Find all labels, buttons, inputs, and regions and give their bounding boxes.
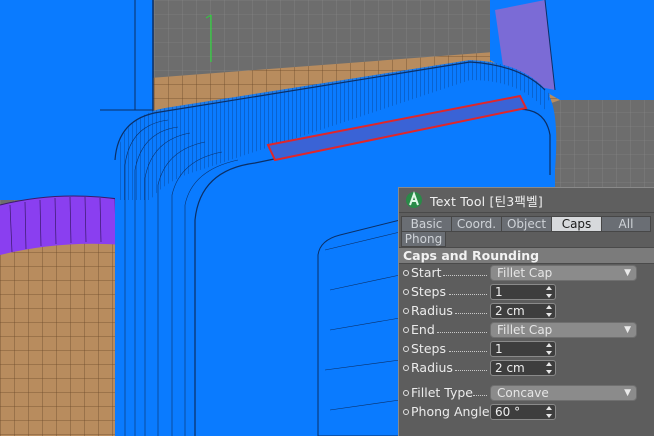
field-label: Radius	[411, 303, 453, 318]
steps-start-input[interactable]: 1	[490, 284, 556, 300]
tab-basic[interactable]: Basic	[401, 216, 452, 232]
leader-dots	[455, 370, 487, 371]
keyframe-bullet-icon[interactable]	[403, 390, 409, 396]
field-label: Steps	[411, 284, 446, 299]
input-value: 2 cm	[495, 304, 525, 318]
keyframe-bullet-icon[interactable]	[403, 365, 409, 371]
leader-dots	[443, 275, 487, 276]
leader-dots	[473, 395, 487, 396]
field-label: End	[411, 322, 435, 337]
dropdown-arrow-icon: ▼	[624, 325, 631, 335]
tab-phong[interactable]: Phong	[401, 231, 446, 247]
field-label: Steps	[411, 341, 446, 356]
keyframe-bullet-icon[interactable]	[403, 346, 409, 352]
phong-angle-input[interactable]: 60 °	[490, 404, 556, 420]
cinema4d-logo-icon	[405, 191, 423, 209]
radius-start-input[interactable]: 2 cm	[490, 303, 556, 319]
input-value: 1	[495, 285, 503, 299]
tab-bar: Basic Coord. Object Caps All Phong	[399, 213, 654, 247]
spinner-arrows-icon[interactable]	[545, 305, 553, 317]
field-end: End Fillet Cap ▼	[399, 321, 654, 340]
section-caps-and-rounding: Caps and Rounding	[399, 247, 654, 264]
keyframe-bullet-icon[interactable]	[403, 289, 409, 295]
leader-dots	[437, 332, 487, 333]
field-fillet-type: Fillet Type Concave ▼	[399, 384, 654, 403]
tab-all[interactable]: All	[601, 216, 651, 232]
spinner-arrows-icon[interactable]	[545, 286, 553, 298]
field-phong-angle: Phong Angle 60 °	[399, 403, 654, 422]
end-cap-dropdown[interactable]: Fillet Cap ▼	[490, 322, 637, 338]
input-value: 2 cm	[495, 361, 525, 375]
radius-end-input[interactable]: 2 cm	[490, 360, 556, 376]
steps-end-input[interactable]: 1	[490, 341, 556, 357]
leader-dots	[449, 351, 487, 352]
panel-title: Text Tool [틴3팩벨]	[430, 193, 543, 209]
fillet-type-dropdown[interactable]: Concave ▼	[490, 385, 637, 401]
dropdown-arrow-icon: ▼	[624, 268, 631, 278]
attribute-panel: Text Tool [틴3팩벨] Basic Coord. Object Cap…	[398, 187, 654, 436]
spinner-arrows-icon[interactable]	[545, 406, 553, 418]
start-cap-dropdown[interactable]: Fillet Cap ▼	[490, 265, 637, 281]
leader-dots	[455, 313, 487, 314]
dropdown-value: Fillet Cap	[497, 266, 553, 280]
keyframe-bullet-icon[interactable]	[403, 270, 409, 276]
field-label: Fillet Type	[411, 385, 473, 400]
field-steps-end: Steps 1	[399, 340, 654, 359]
tab-caps[interactable]: Caps	[551, 216, 602, 232]
wood-floor-left	[0, 230, 130, 436]
keyframe-bullet-icon[interactable]	[403, 409, 409, 415]
dropdown-value: Fillet Cap	[497, 323, 553, 337]
input-value: 1	[495, 342, 503, 356]
spinner-arrows-icon[interactable]	[545, 362, 553, 374]
tab-coord[interactable]: Coord.	[451, 216, 502, 232]
field-steps-start: Steps 1	[399, 283, 654, 302]
keyframe-bullet-icon[interactable]	[403, 308, 409, 314]
input-value: 60 °	[495, 405, 521, 419]
spinner-arrows-icon[interactable]	[545, 343, 553, 355]
field-radius-start: Radius 2 cm	[399, 302, 654, 321]
field-radius-end: Radius 2 cm	[399, 359, 654, 378]
keyframe-bullet-icon[interactable]	[403, 327, 409, 333]
field-start: Start Fillet Cap ▼	[399, 264, 654, 283]
field-label: Radius	[411, 360, 453, 375]
field-label: Start	[411, 265, 442, 280]
dropdown-arrow-icon: ▼	[624, 388, 631, 398]
panel-titlebar: Text Tool [틴3팩벨]	[399, 188, 654, 213]
object-opening	[317, 219, 401, 436]
field-label: Phong Angle	[411, 404, 490, 419]
leader-dots	[449, 294, 487, 295]
dropdown-value: Concave	[497, 386, 549, 400]
tab-object[interactable]: Object	[501, 216, 552, 232]
